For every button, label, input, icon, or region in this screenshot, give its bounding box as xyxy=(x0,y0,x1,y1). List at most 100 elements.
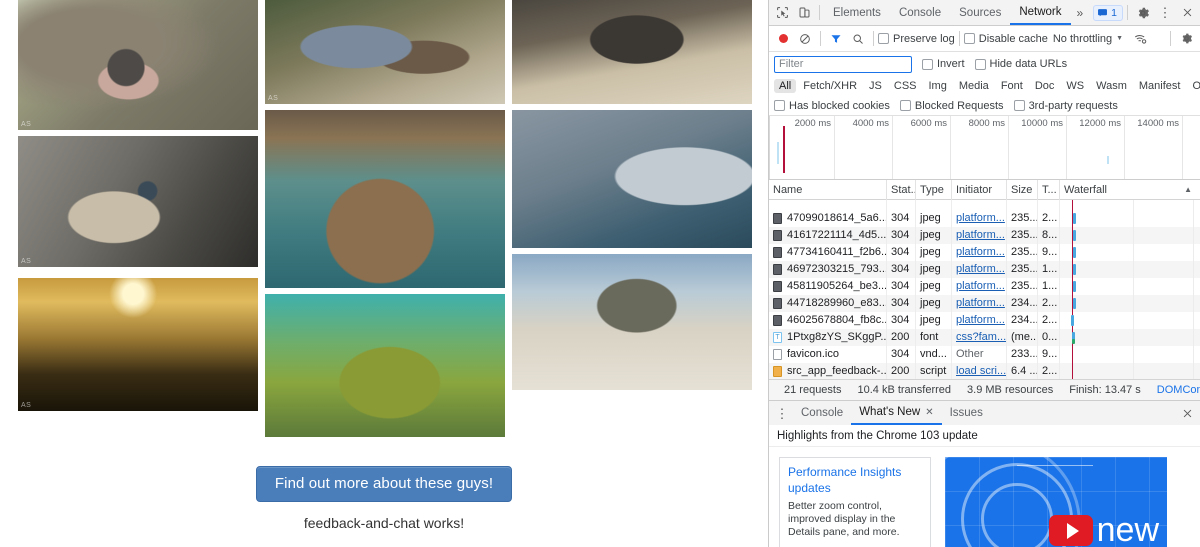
request-initiator[interactable]: platform... xyxy=(956,246,1005,258)
column-header-size[interactable]: Size xyxy=(1007,180,1038,200)
feedback-status-text: feedback-and-chat works! xyxy=(0,515,768,531)
inspect-element-icon[interactable] xyxy=(771,2,793,24)
request-status: 200 xyxy=(887,329,916,346)
type-filter-ws[interactable]: WS xyxy=(1061,79,1089,93)
sort-ascending-icon: ▲ xyxy=(1184,180,1192,200)
throttling-select[interactable]: No throttling ▼ xyxy=(1053,33,1123,45)
clear-button[interactable] xyxy=(794,28,816,50)
type-filter-wasm[interactable]: Wasm xyxy=(1091,79,1132,93)
tab-elements[interactable]: Elements xyxy=(824,0,890,25)
third-party-requests-checkbox[interactable]: 3rd-party requests xyxy=(1014,100,1118,112)
drawer-tab-issues[interactable]: Issues xyxy=(942,401,991,425)
search-icon[interactable] xyxy=(847,28,869,50)
whale-shark-photo[interactable] xyxy=(265,110,505,288)
video-caption: new xyxy=(1097,511,1159,547)
blue-footed-booby-photo[interactable]: AS xyxy=(18,136,258,267)
manta-ray-diver-photo[interactable] xyxy=(512,110,752,248)
type-filter-other[interactable]: Other xyxy=(1187,79,1200,93)
request-initiator[interactable]: platform... xyxy=(956,229,1005,241)
whats-new-panel: Highlights from the Chrome 103 update Pe… xyxy=(769,425,1200,547)
table-row[interactable]: 47099018614_5a6... 304 jpeg platform... … xyxy=(769,210,1200,227)
device-toolbar-icon[interactable] xyxy=(793,2,815,24)
toolbar-divider xyxy=(819,5,820,20)
table-row[interactable]: 45811905264_be3... 304 jpeg platform... … xyxy=(769,278,1200,295)
whats-new-video-thumbnail[interactable]: new xyxy=(945,457,1167,547)
request-type: script xyxy=(916,363,952,379)
filter-input[interactable] xyxy=(774,56,912,73)
column-header-status[interactable]: Stat.. xyxy=(887,180,916,200)
drawer-menu-icon[interactable]: ⋮ xyxy=(771,402,793,424)
column-header-type[interactable]: Type xyxy=(916,180,952,200)
card-heading-line2[interactable]: updates xyxy=(788,480,922,496)
table-row[interactable]: favicon.ico 304 vnd... Other 233... 9... xyxy=(769,346,1200,363)
type-filter-fetch-xhr[interactable]: Fetch/XHR xyxy=(798,79,862,93)
column-header-time[interactable]: T... xyxy=(1038,180,1060,200)
network-overview-timeline[interactable]: 2000 ms 4000 ms 6000 ms 8000 ms 10000 ms… xyxy=(769,116,1200,180)
record-button[interactable] xyxy=(772,28,794,50)
request-time: 2... xyxy=(1038,312,1060,329)
find-out-more-button[interactable]: Find out more about these guys! xyxy=(256,466,512,502)
zebra-shark-photo[interactable] xyxy=(512,254,752,390)
type-filter-manifest[interactable]: Manifest xyxy=(1134,79,1186,93)
decorative-line xyxy=(1017,465,1093,466)
tab-network[interactable]: Network xyxy=(1010,0,1070,25)
koala-photo[interactable]: AS xyxy=(18,0,258,130)
table-row[interactable]: src_app_feedback-... 200 script load scr… xyxy=(769,363,1200,379)
invert-checkbox[interactable]: Invert xyxy=(922,58,965,70)
request-size: 235... xyxy=(1007,244,1038,261)
close-tab-icon[interactable]: ✕ xyxy=(925,407,933,418)
type-filter-font[interactable]: Font xyxy=(996,79,1028,93)
close-drawer-icon[interactable] xyxy=(1176,402,1198,424)
type-filter-css[interactable]: CSS xyxy=(889,79,922,93)
request-status: 304 xyxy=(887,312,916,329)
network-conditions-icon[interactable] xyxy=(1129,28,1151,50)
column-header-waterfall[interactable]: Waterfall ▲ xyxy=(1060,180,1200,200)
tab-sources[interactable]: Sources xyxy=(950,0,1010,25)
table-row[interactable]: 47734160411_f2b6... 304 jpeg platform...… xyxy=(769,244,1200,261)
network-settings-gear-icon[interactable] xyxy=(1175,28,1197,50)
sea-lions-sunset-photo[interactable]: AS xyxy=(18,278,258,411)
preserve-log-checkbox[interactable]: Preserve log xyxy=(878,33,955,45)
more-tabs-icon[interactable]: » xyxy=(1071,6,1090,20)
table-row[interactable]: 46025678804_fb8c... 304 jpeg platform...… xyxy=(769,312,1200,329)
play-video-button[interactable] xyxy=(1049,515,1093,546)
tab-console[interactable]: Console xyxy=(890,0,950,25)
request-initiator[interactable]: platform... xyxy=(956,263,1005,275)
has-blocked-cookies-checkbox[interactable]: Has blocked cookies xyxy=(774,100,890,112)
request-initiator[interactable]: load scri... xyxy=(956,365,1006,377)
table-row[interactable]: 46972303215_793... 304 jpeg platform... … xyxy=(769,261,1200,278)
type-filter-doc[interactable]: Doc xyxy=(1030,79,1060,93)
table-row[interactable]: T 1Ptxg8zYS_SKggP... 200 font css?fam...… xyxy=(769,329,1200,346)
waterfall-label: Waterfall xyxy=(1064,180,1107,200)
messages-badge[interactable]: 1 xyxy=(1093,5,1123,21)
whats-new-card[interactable]: Performance Insights updates Better zoom… xyxy=(779,457,931,547)
request-initiator[interactable]: platform... xyxy=(956,297,1005,309)
drawer-tab-whats-new[interactable]: What's New ✕ xyxy=(851,401,941,425)
column-header-initiator[interactable]: Initiator xyxy=(952,180,1007,200)
leafy-sea-dragon-photo[interactable] xyxy=(265,294,505,437)
hide-data-urls-checkbox[interactable]: Hide data URLs xyxy=(975,58,1068,70)
kebab-menu-icon[interactable]: ⋮ xyxy=(1154,2,1176,24)
blocked-requests-checkbox[interactable]: Blocked Requests xyxy=(900,100,1004,112)
close-icon[interactable] xyxy=(1176,2,1198,24)
disable-cache-checkbox[interactable]: Disable cache xyxy=(964,33,1048,45)
card-heading-line1[interactable]: Performance Insights xyxy=(788,464,922,480)
type-filter-js[interactable]: JS xyxy=(864,79,887,93)
type-filter-media[interactable]: Media xyxy=(954,79,994,93)
giant-tortoise-photo[interactable]: AS xyxy=(265,0,505,104)
timeline-segment: 10000 ms xyxy=(1009,116,1067,179)
request-initiator[interactable]: platform... xyxy=(956,280,1005,292)
gear-icon[interactable] xyxy=(1132,2,1154,24)
type-filter-all[interactable]: All xyxy=(774,79,796,93)
request-initiator[interactable]: css?fam... xyxy=(956,331,1006,343)
type-filter-img[interactable]: Img xyxy=(924,79,952,93)
marine-iguana-photo[interactable] xyxy=(512,0,752,104)
table-row[interactable]: 41617221114_4d5... 304 jpeg platform... … xyxy=(769,227,1200,244)
column-header-name[interactable]: Name xyxy=(769,180,887,200)
request-initiator[interactable]: platform... xyxy=(956,212,1005,224)
table-row[interactable]: 44718289960_e83... 304 jpeg platform... … xyxy=(769,295,1200,312)
filter-toggle-icon[interactable] xyxy=(825,28,847,50)
drawer-tab-console[interactable]: Console xyxy=(793,401,851,425)
waterfall-cell xyxy=(1060,295,1200,312)
request-initiator[interactable]: platform... xyxy=(956,314,1005,326)
